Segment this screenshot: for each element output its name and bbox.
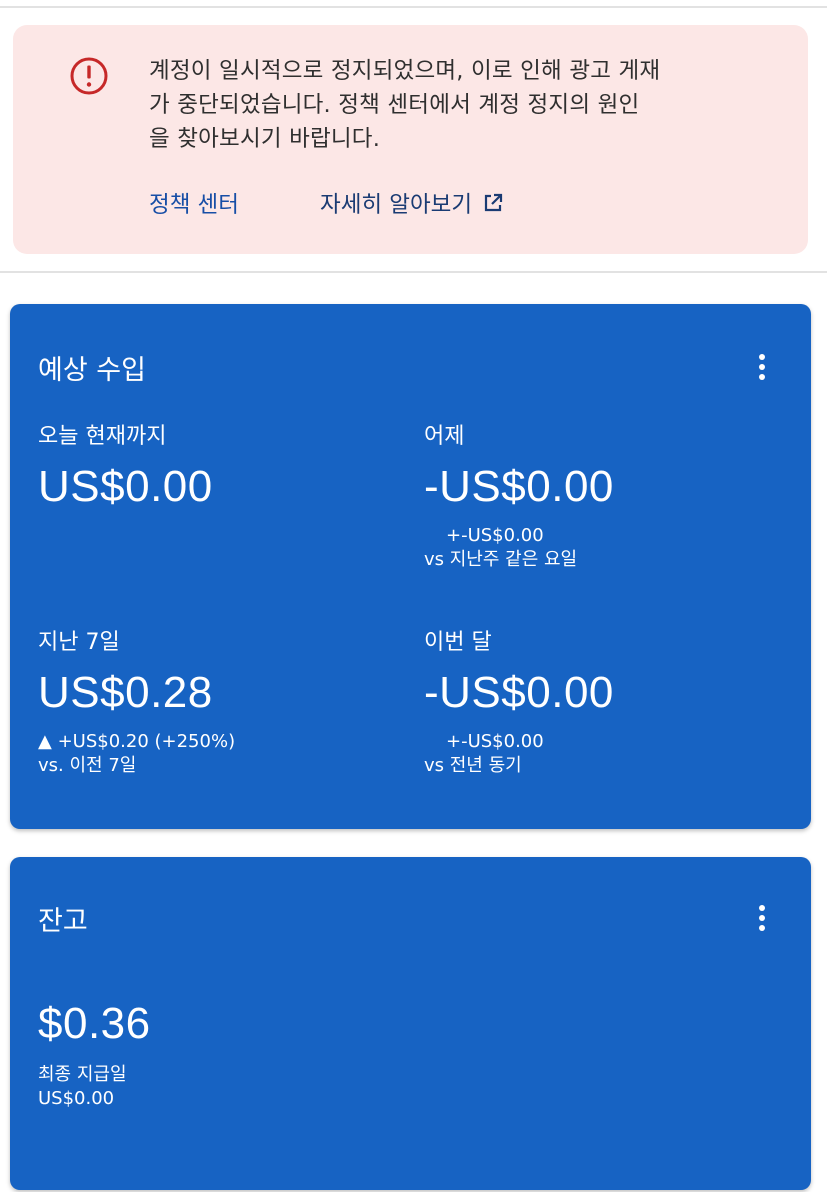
metric-label: 어제	[424, 424, 465, 449]
metric-value: US$0.28	[38, 668, 213, 717]
more-options-button[interactable]	[747, 347, 777, 387]
estimated-earnings-card[interactable]: 예상 수입 오늘 현재까지 US$0.00 어제 -US$0.00 +-US$0…	[10, 304, 811, 829]
policy-center-link[interactable]: 정책 센터	[149, 187, 239, 219]
today-earnings: 오늘 현재까지 US$0.00	[38, 418, 213, 512]
external-link-icon	[484, 193, 503, 212]
metric-label: 오늘 현재까지	[38, 424, 167, 449]
alert-message: 계정이 일시적으로 정지되었으며, 이로 인해 광고 게재 가 중단되었습니다.…	[149, 54, 749, 156]
metric-label: 지난 7일	[38, 630, 120, 655]
more-vert-icon-dot	[759, 925, 765, 931]
metric-value: -US$0.00	[424, 462, 614, 511]
metric-delta: ▲ +US$0.20 (+250%)	[38, 731, 236, 752]
alert-line: 을 찾아보시기 바랍니다.	[149, 126, 381, 152]
last-payment-label: 최종 지급일	[38, 1064, 127, 1085]
learn-more-link[interactable]: 자세히 알아보기	[320, 187, 504, 219]
balance-card[interactable]: 잔고 $0.36 최종 지급일 US$0.00	[10, 857, 811, 1190]
alert-line: 계정이 일시적으로 정지되었으며, 이로 인해 광고 게재	[149, 58, 661, 84]
this-month-earnings: 이번 달 -US$0.00 +-US$0.00 vs 전년 동기	[424, 624, 614, 778]
more-vert-icon	[759, 905, 765, 911]
learn-more-label: 자세히 알아보기	[320, 192, 473, 218]
metric-value: -US$0.00	[424, 668, 614, 717]
more-vert-icon-dot	[759, 915, 765, 921]
yesterday-earnings: 어제 -US$0.00 +-US$0.00 vs 지난주 같은 요일	[424, 418, 614, 572]
suspension-alert-banner: 계정이 일시적으로 정지되었으며, 이로 인해 광고 게재 가 중단되었습니다.…	[13, 25, 808, 254]
top-divider	[0, 6, 827, 8]
last-7-days-earnings: 지난 7일 US$0.28 ▲ +US$0.20 (+250%) vs. 이전 …	[38, 624, 235, 778]
more-options-button[interactable]	[747, 898, 777, 938]
card-title: 잔고	[38, 906, 88, 937]
error-circle-icon	[70, 57, 108, 95]
metric-value: US$0.00	[38, 462, 213, 511]
card-title: 예상 수입	[38, 355, 146, 386]
more-vert-icon-dot	[759, 364, 765, 370]
section-divider	[0, 271, 827, 273]
metric-compare: vs 지난주 같은 요일	[424, 549, 578, 570]
metric-delta: +-US$0.00	[446, 731, 544, 752]
metric-delta: +-US$0.00	[446, 525, 544, 546]
alert-line: 가 중단되었습니다. 정책 센터에서 계정 정지의 원인	[149, 92, 640, 118]
balance-summary: $0.36 최종 지급일 US$0.00	[38, 999, 151, 1111]
balance-value: $0.36	[38, 999, 151, 1048]
metric-label: 이번 달	[424, 630, 492, 655]
metric-compare: vs 전년 동기	[424, 755, 522, 776]
metric-compare: vs. 이전 7일	[38, 755, 137, 776]
more-vert-icon	[759, 354, 765, 360]
last-payment-value: US$0.00	[38, 1088, 115, 1109]
more-vert-icon-dot	[759, 374, 765, 380]
